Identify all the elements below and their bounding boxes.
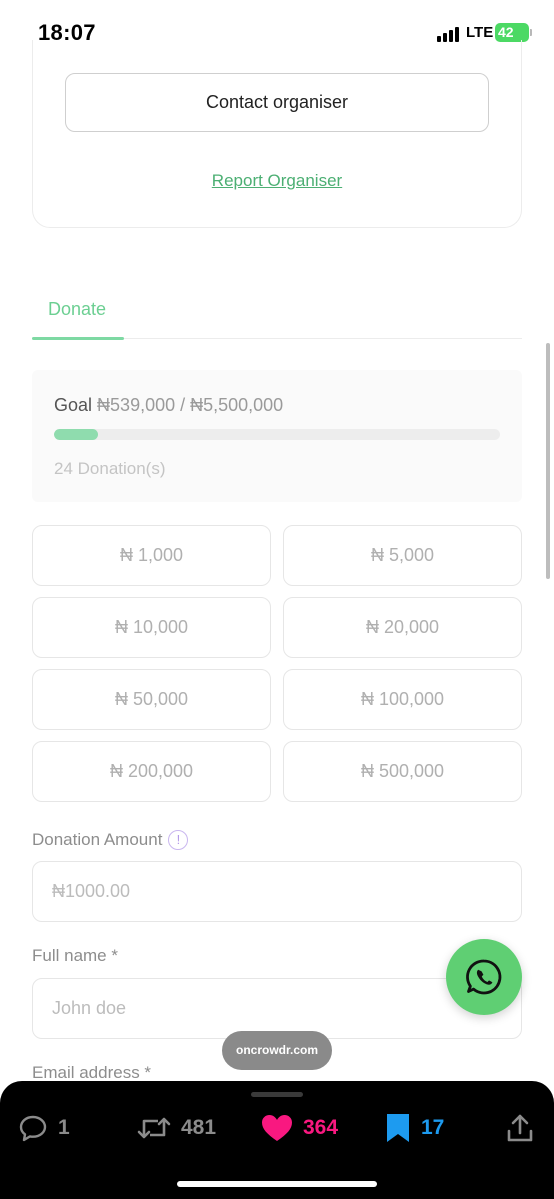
amount-option-1000[interactable]: ₦ 1,000: [32, 525, 271, 586]
share-button[interactable]: [506, 1112, 544, 1144]
goal-progress-fill: [54, 429, 98, 440]
goal-amount: ₦539,000 / ₦5,500,000: [97, 395, 284, 415]
network-type: LTE: [466, 24, 494, 41]
like-count: 364: [303, 1116, 339, 1139]
bookmark-button[interactable]: 17: [385, 1112, 444, 1144]
full-name-label: Full name *: [32, 946, 118, 965]
amount-option-500000[interactable]: ₦ 500,000: [283, 741, 522, 802]
whatsapp-icon: [466, 959, 502, 995]
goal-text: Goal ₦539,000 / ₦5,500,000: [54, 395, 283, 416]
donation-amount-label-text: Donation Amount: [32, 830, 163, 849]
donation-count: 24 Donation(s): [54, 459, 166, 478]
tab-donate[interactable]: Donate: [48, 299, 106, 320]
bookmark-icon: [387, 1114, 409, 1142]
amount-option-10000[interactable]: ₦ 10,000: [32, 597, 271, 658]
home-indicator: [177, 1181, 377, 1187]
info-icon[interactable]: !: [168, 830, 189, 850]
amount-option-200000[interactable]: ₦ 200,000: [32, 741, 271, 802]
repost-button[interactable]: 481: [137, 1112, 216, 1144]
amount-option-20000[interactable]: ₦ 20,000: [283, 597, 522, 658]
tab-active-indicator: [32, 337, 124, 340]
bookmark-count: 17: [421, 1116, 445, 1139]
goal-label: Goal: [54, 395, 93, 415]
reply-icon: [19, 1115, 47, 1142]
amount-option-100000[interactable]: ₦ 100,000: [283, 669, 522, 730]
url-pill[interactable]: oncrowdr.com: [222, 1031, 332, 1070]
amount-option-50000[interactable]: ₦ 50,000: [32, 669, 271, 730]
donation-amount-input[interactable]: [32, 861, 522, 922]
heart-icon: [262, 1115, 292, 1141]
reply-button[interactable]: 1: [18, 1112, 70, 1144]
battery-level: 42: [498, 24, 514, 40]
repost-icon: [137, 1117, 171, 1139]
whatsapp-button[interactable]: [446, 939, 522, 1015]
amount-option-5000[interactable]: ₦ 5,000: [283, 525, 522, 586]
email-label: Email address *: [32, 1063, 152, 1082]
scrollbar-thumb[interactable]: [546, 343, 550, 579]
contact-organiser-button[interactable]: Contact organiser: [65, 73, 489, 132]
sheet-grabber[interactable]: [251, 1092, 303, 1097]
goal-progress-bar: [54, 429, 500, 440]
reply-count: 1: [58, 1116, 70, 1139]
repost-count: 481: [181, 1116, 217, 1139]
report-organiser-link[interactable]: Report Organiser: [0, 171, 554, 191]
donation-amount-label: Donation Amount!: [32, 830, 189, 850]
like-button[interactable]: 364: [261, 1112, 338, 1144]
share-icon: [507, 1114, 533, 1142]
organiser-card: [32, 40, 522, 228]
